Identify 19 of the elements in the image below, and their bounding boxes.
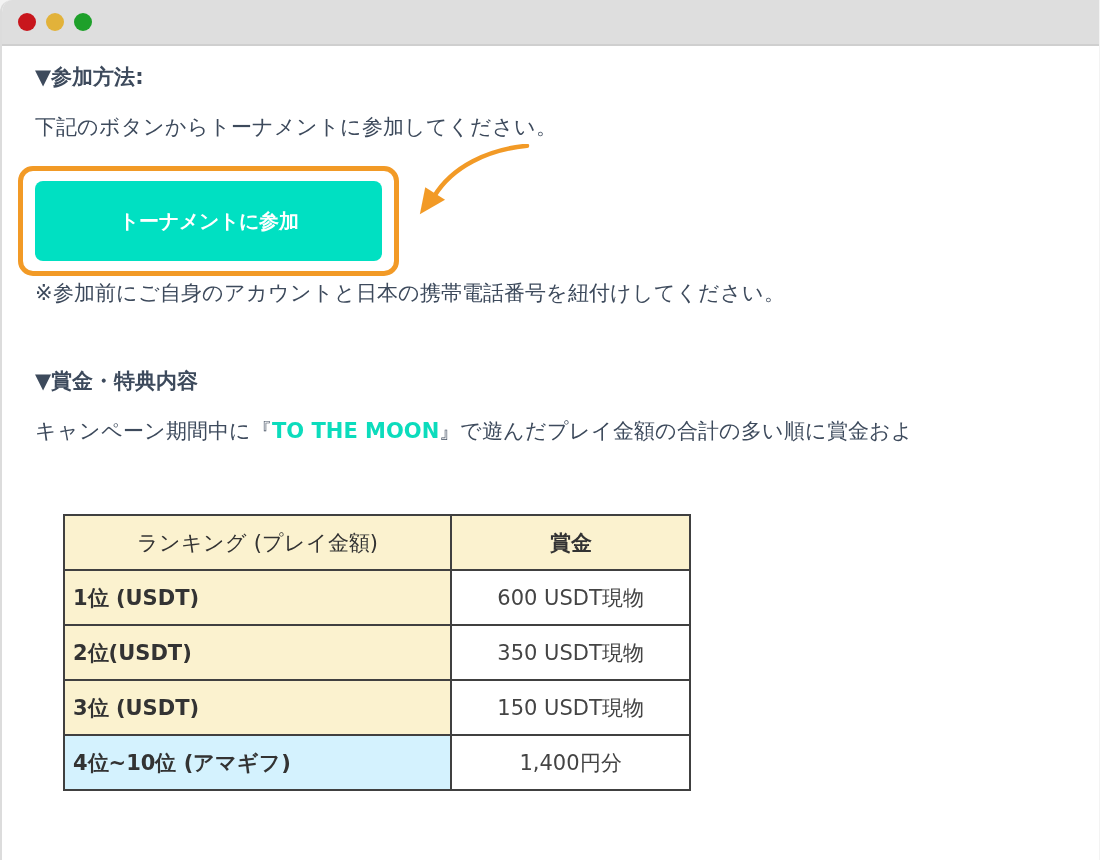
table-cell: 350 USDT現物 [451,625,690,680]
table-cell: 150 USDT現物 [451,680,690,735]
table-cell: 4位~10位 (アマギフ) [64,735,451,790]
note-text: ※参加前にご自身のアカウントと日本の携帯電話番号を紐付けしてください。 [35,280,786,307]
section-heading: ▼参加方法: [35,64,145,91]
table-cell: 2位(USDT) [64,625,451,680]
table-cell: 1位 (USDT) [64,570,451,625]
join-tournament-button[interactable]: トーナメントに参加 [35,181,382,261]
instruction-text: 下記のボタンからトーナメントに参加してください。 [35,114,558,141]
column-header: ランキング (プレイ金額) [64,515,451,570]
table-cell: 1,400円分 [451,735,690,790]
table-cell: 600 USDT現物 [451,570,690,625]
section-heading: ▼賞金・特典内容 [35,368,200,395]
zoom-button[interactable] [74,13,92,31]
description-text: キャンペーン期間中に『TO THE MOON』で遊んだプレイ金額の合計の多い順に賞金およ [35,418,915,445]
column-header: 賞金 [451,515,690,570]
minimize-button[interactable] [46,13,64,31]
table-cell: 3位 (USDT) [64,680,451,735]
close-button[interactable] [18,13,36,31]
